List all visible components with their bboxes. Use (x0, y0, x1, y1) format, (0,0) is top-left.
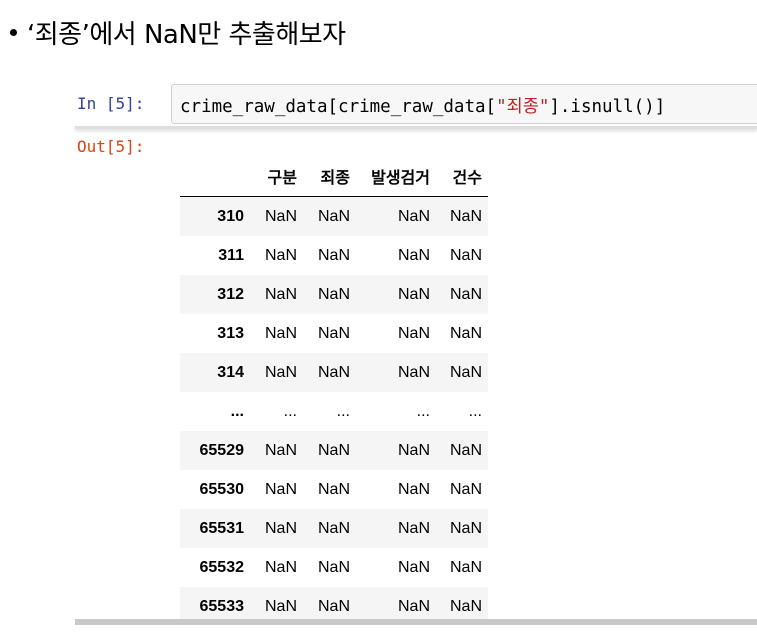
slide-bullet: ‘죄종’에서 NaN만 추출해보자 (10, 12, 346, 52)
row-index: 65531 (199, 519, 245, 537)
table-row: 313 NaN NaN NaN NaN (180, 314, 488, 353)
table-row: 310 NaN NaN NaN NaN (180, 196, 488, 236)
cell-bottom-divider (75, 619, 757, 625)
row-index: 65530 (199, 480, 245, 498)
table-cell: NaN (317, 363, 350, 381)
table-cell: NaN (317, 558, 350, 576)
table-cell: NaN (397, 480, 430, 498)
table-row: 65531 NaN NaN NaN NaN (180, 509, 488, 548)
table-cell: NaN (397, 441, 430, 459)
index-header (180, 156, 250, 197)
row-index: 313 (217, 324, 244, 342)
row-index: 310 (217, 207, 244, 225)
table-cell: NaN (397, 558, 430, 576)
table-cell: NaN (397, 324, 430, 342)
dataframe-table: 구분 죄종 발생검거 건수 310 NaN NaN NaN NaN 311 NaN NaN Na… (180, 156, 488, 624)
table-row: 312 NaN NaN NaN NaN (180, 275, 488, 314)
column-header: 구분 (250, 156, 303, 197)
table-row: 311 NaN NaN NaN NaN (180, 236, 488, 275)
table-cell: NaN (264, 558, 297, 576)
table-cell: NaN (317, 441, 350, 459)
table-cell: NaN (397, 363, 430, 381)
code-part-2: ].isnull()] (549, 97, 666, 117)
table-cell: NaN (264, 441, 297, 459)
table-cell: NaN (317, 207, 350, 225)
table-cell: NaN (449, 480, 482, 498)
table-cell: NaN (449, 285, 482, 303)
table-cell: NaN (264, 246, 297, 264)
table-cell: NaN (397, 285, 430, 303)
table-row: 65532 NaN NaN NaN NaN (180, 548, 488, 587)
output-area: Out[5]: 구분 죄종 발생검거 건수 310 NaN NaN NaN NaN 311… (75, 132, 757, 624)
table-cell: NaN (449, 324, 482, 342)
table-cell: NaN (449, 441, 482, 459)
code-string-literal: "죄종" (496, 97, 550, 117)
output-prompt: Out[5]: (77, 137, 145, 156)
table-cell: ... (336, 402, 350, 420)
table-row: 65529 NaN NaN NaN NaN (180, 431, 488, 470)
column-header: 발생검거 (356, 156, 436, 197)
row-index: 65529 (199, 441, 245, 459)
table-cell: NaN (317, 324, 350, 342)
row-index: ... (230, 402, 244, 420)
code-part-1: crime_raw_data[crime_raw_data[ (180, 97, 497, 117)
table-cell: NaN (397, 207, 430, 225)
bullet-text: ‘죄종’에서 NaN만 추출해보자 (27, 19, 346, 50)
column-header: 건수 (436, 156, 488, 197)
bullet-dot-icon (10, 28, 17, 36)
table-cell: NaN (264, 519, 297, 537)
row-index: 311 (218, 246, 244, 264)
row-index: 65532 (199, 558, 245, 576)
table-cell: NaN (449, 207, 482, 225)
table-cell: NaN (449, 519, 482, 537)
table-cell: ... (416, 402, 430, 420)
column-header: 죄종 (303, 156, 356, 197)
table-row: 65530 NaN NaN NaN NaN (180, 470, 488, 509)
cell-divider (75, 126, 757, 129)
table-cell: NaN (264, 207, 297, 225)
table-cell: NaN (397, 519, 430, 537)
table-cell: NaN (264, 285, 297, 303)
row-index: 314 (217, 363, 244, 381)
table-cell: NaN (397, 246, 430, 264)
table-row: ............... (180, 392, 488, 431)
table-cell: NaN (317, 246, 350, 264)
header-row: 구분 죄종 발생검거 건수 (180, 156, 488, 197)
table-cell: ... (283, 402, 297, 420)
code-input[interactable]: crime_raw_data[crime_raw_data["죄종"].isnu… (171, 84, 757, 124)
table-cell: NaN (449, 246, 482, 264)
table-cell: NaN (264, 324, 297, 342)
input-prompt: In [5]: (77, 94, 145, 113)
table-cell: NaN (317, 480, 350, 498)
row-index: 312 (217, 285, 244, 303)
table-cell: ... (468, 402, 482, 420)
table-row: 314 NaN NaN NaN NaN (180, 353, 488, 392)
notebook-cell: In [5]: crime_raw_data[crime_raw_data["죄… (75, 82, 757, 637)
table-cell: NaN (449, 363, 482, 381)
table-cell: NaN (264, 480, 297, 498)
table-cell: NaN (264, 363, 297, 381)
table-cell: NaN (317, 285, 350, 303)
table-cell: NaN (317, 519, 350, 537)
table-cell: NaN (449, 558, 482, 576)
